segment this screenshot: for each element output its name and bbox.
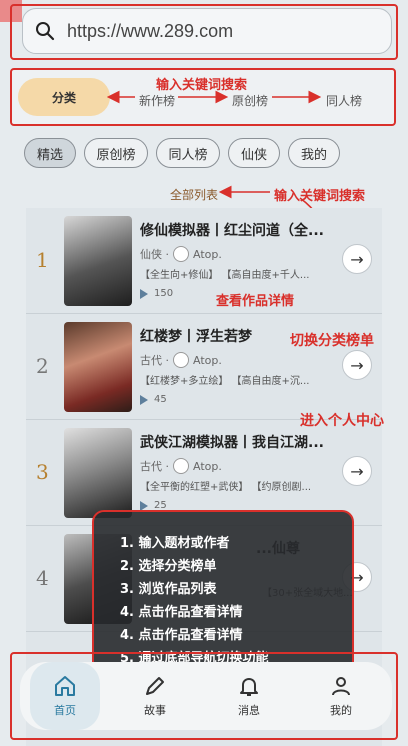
annotation-enter-profile: 进入个人中心 [300,413,384,429]
annotation-switch-rank: 切换分类榜单 [290,333,374,349]
nav-story[interactable]: 故事 [120,662,190,730]
guide-step: 3. 浏览作品列表 [120,582,217,597]
work-title: 武侠江湖模拟器丨我自江湖... [140,435,324,451]
play-icon [140,500,148,511]
work-tags: 【红楼梦+多立绘】 【高自由度+沉... [140,376,310,387]
work-meta: 古代 · Atop. [140,352,222,368]
work-tags: 【全生向+修仙】 【高自由度+千人... [140,270,310,281]
cover-image [64,322,132,412]
guide-step: 2. 选择分类榜单 [120,559,217,574]
play-icon [140,288,148,299]
home-icon [55,676,75,696]
rank-number: 1 [36,248,49,272]
open-work-button[interactable]: → [342,456,372,486]
rank-number: 3 [36,460,49,484]
play-count: 150 [140,288,173,299]
guide-step: 4. 点击作品查看详情 [120,605,243,620]
guide-step: 1. 输入题材或作者 [120,536,230,551]
work-meta: 仙侠 · Atop. [140,246,222,262]
author-avatar [173,246,189,262]
nav-profile[interactable]: 我的 [306,662,376,730]
work-tags: 【全平衡的红塑+武侠】 【约原创剧... [140,482,312,493]
cover-image [64,428,132,518]
open-work-button[interactable]: → [342,244,372,274]
chip-mine[interactable]: 我的 [288,138,340,168]
author-avatar [173,458,189,474]
author-avatar [173,352,189,368]
all-list-link[interactable]: 全部列表 [170,186,218,203]
chip-fanfic[interactable]: 同人榜 [156,138,220,168]
play-count: 45 [140,394,167,405]
nav-home[interactable]: 首页 [30,662,100,730]
annotation-keyword-search-mid: 输入关键词搜索 [274,189,366,204]
chip-featured[interactable]: 精选 [24,138,76,168]
annotation-view-details: 查看作品详情 [216,294,295,309]
rank-number: 2 [36,354,49,378]
open-work-button[interactable]: → [342,350,372,380]
play-icon [140,394,148,405]
rank-number: 4 [36,566,49,590]
cover-image [64,216,132,306]
chip-xianxia[interactable]: 仙侠 [228,138,280,168]
work-title: 修仙模拟器丨红尘问道（全... [140,223,324,239]
nav-messages[interactable]: 消息 [214,662,284,730]
user-icon [332,677,350,696]
guide-step: 4. 点击作品查看详情 [120,628,243,643]
work-meta: 古代 · Atop. [140,458,222,474]
bell-icon [240,678,258,696]
pen-icon [146,677,164,695]
list-item[interactable]: 1 修仙模拟器丨红尘问道（全... 仙侠 · Atop. 【全生向+修仙】 【高自… [26,208,382,314]
chip-original[interactable]: 原创榜 [84,138,148,168]
